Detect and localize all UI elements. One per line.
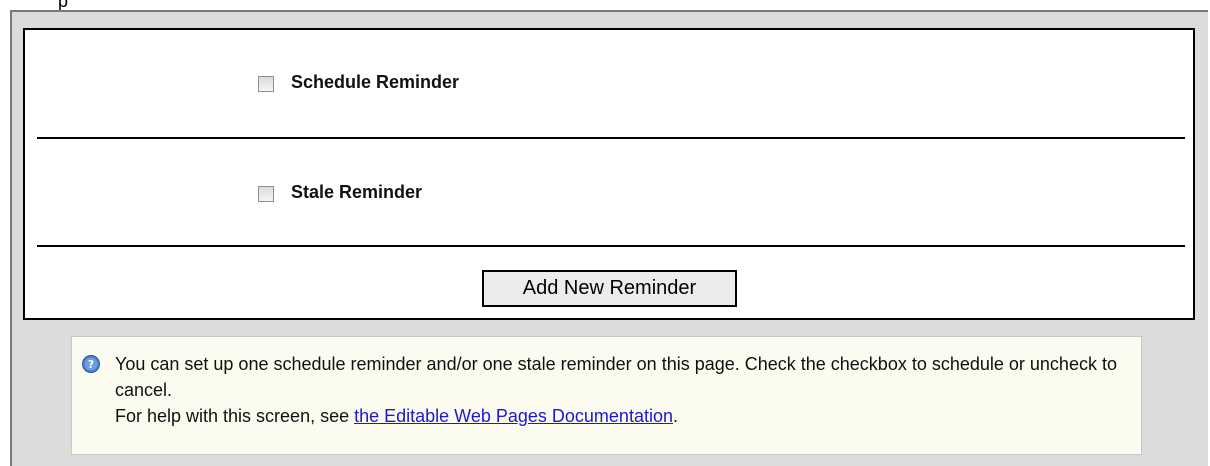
help-icon: ? <box>82 355 100 373</box>
stale-reminder-label: Stale Reminder <box>291 182 423 202</box>
schedule-reminder-checkbox[interactable] <box>258 76 274 92</box>
divider <box>37 137 1185 139</box>
stale-reminder-checkbox[interactable] <box>258 186 274 202</box>
schedule-reminder-label: Schedule Reminder <box>291 72 460 92</box>
info-message: You can set up one schedule reminder and… <box>115 354 1117 400</box>
reminders-panel: Schedule Reminder Stale Reminder Add New… <box>23 28 1195 320</box>
schedule-reminder-row: Schedule Reminder <box>25 70 1193 110</box>
help-prefix: For help with this screen, see <box>115 406 355 426</box>
divider <box>37 245 1185 247</box>
help-suffix: . <box>672 406 678 426</box>
documentation-link[interactable]: the Editable Web Pages Documentation <box>354 406 673 426</box>
svg-text:?: ? <box>88 358 94 371</box>
clipped-heading-fragment: p <box>58 0 69 11</box>
add-new-reminder-button[interactable]: Add New Reminder <box>482 270 737 307</box>
info-text: You can set up one schedule reminder and… <box>115 351 1125 429</box>
info-box: ? You can set up one schedule reminder a… <box>71 336 1142 455</box>
stale-reminder-row: Stale Reminder <box>25 180 1193 220</box>
help-line: For help with this screen, see the Edita… <box>115 403 1125 429</box>
